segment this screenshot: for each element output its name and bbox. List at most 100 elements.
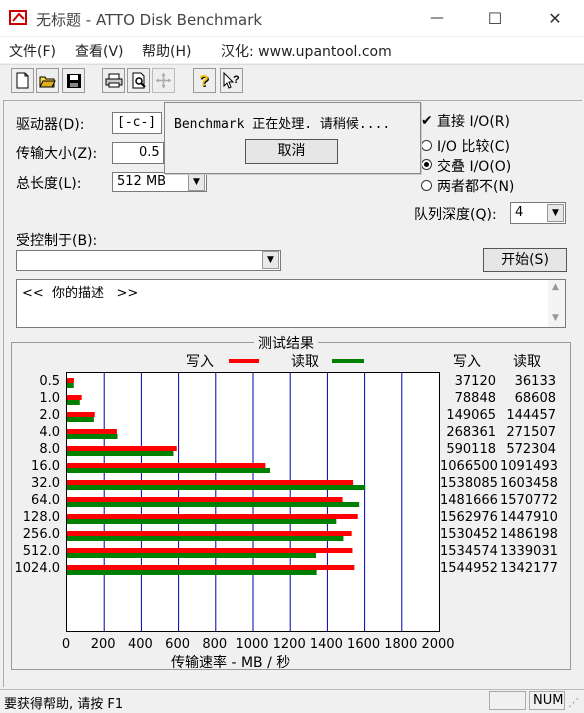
write-value: 37120 bbox=[454, 374, 496, 389]
direct-io-checkbox-label[interactable]: 直接 I/O(R) bbox=[437, 111, 510, 131]
read-bar bbox=[67, 451, 174, 456]
legend-write-label: 写入 bbox=[186, 354, 214, 370]
write-value: 1538085 bbox=[440, 476, 498, 491]
write-value: 78848 bbox=[454, 391, 496, 406]
write-value: 149065 bbox=[446, 408, 496, 423]
svg-text:?: ? bbox=[199, 73, 209, 90]
write-bar bbox=[67, 378, 74, 383]
new-document-icon[interactable] bbox=[11, 68, 34, 93]
scroll-down-icon[interactable]: ▼ bbox=[552, 313, 559, 323]
read-value: 1486198 bbox=[500, 527, 558, 542]
description-scrollbar[interactable]: ▲ ▼ bbox=[548, 280, 565, 327]
read-bar bbox=[67, 502, 360, 507]
write-bar bbox=[67, 412, 95, 417]
overlapped-io-label[interactable]: 交叠 I/O(O) bbox=[437, 156, 511, 176]
read-bar bbox=[67, 536, 344, 541]
chevron-down-icon[interactable]: ▼ bbox=[262, 251, 279, 269]
write-bar bbox=[67, 446, 177, 451]
block-size-label: 1024.0 bbox=[14, 561, 61, 576]
legend-read-label: 读取 bbox=[291, 354, 319, 370]
app-icon bbox=[9, 10, 27, 25]
read-bar bbox=[67, 485, 366, 490]
status-help-text: 要获得帮助, 请按 F1 bbox=[4, 697, 124, 712]
menu-help[interactable]: 帮助(H) bbox=[142, 41, 191, 61]
drive-label: 驱动器(D): bbox=[16, 117, 85, 133]
write-column-header: 写入 bbox=[453, 354, 481, 370]
neither-radio[interactable] bbox=[421, 180, 432, 191]
block-size-label: 16.0 bbox=[31, 459, 60, 474]
x-tick-label: 200 bbox=[90, 637, 116, 652]
help-question-icon[interactable]: ?? bbox=[193, 68, 216, 93]
read-value: 1570772 bbox=[500, 493, 558, 508]
read-bar bbox=[67, 417, 94, 422]
x-tick-label: 1000 bbox=[235, 637, 269, 652]
minimize-button[interactable]: — bbox=[408, 0, 466, 36]
status-bar: 要获得帮助, 请按 F1 NUM ⋰ bbox=[0, 689, 584, 713]
cancel-button[interactable]: 取消 bbox=[245, 139, 338, 164]
start-button[interactable]: 开始(S) bbox=[483, 248, 567, 272]
block-size-label: 32.0 bbox=[31, 476, 60, 491]
block-size-label: 256.0 bbox=[22, 527, 60, 542]
read-bar bbox=[67, 553, 317, 558]
read-value: 36133 bbox=[514, 374, 556, 389]
block-size-label: 8.0 bbox=[39, 442, 60, 457]
save-disk-icon[interactable] bbox=[62, 68, 85, 93]
io-compare-radio[interactable] bbox=[421, 140, 432, 151]
progress-dialog: Benchmark 正在处理. 请稍候.... 取消 bbox=[164, 102, 421, 174]
read-bar bbox=[67, 570, 317, 575]
read-bar bbox=[67, 434, 118, 439]
transfer-size-label: 传输大小(Z): bbox=[16, 146, 98, 162]
write-value: 1562976 bbox=[440, 510, 498, 525]
minimize-icon: — bbox=[430, 10, 444, 26]
read-value: 1342177 bbox=[500, 561, 558, 576]
menu-file[interactable]: 文件(F) bbox=[9, 41, 56, 61]
close-button[interactable]: ✕ bbox=[526, 0, 584, 36]
x-tick-label: 600 bbox=[165, 637, 190, 652]
resize-grip-icon[interactable]: ⋰ bbox=[568, 696, 579, 709]
chart-svg bbox=[67, 373, 403, 631]
scroll-up-icon[interactable]: ▲ bbox=[552, 282, 559, 292]
write-value: 1544952 bbox=[440, 561, 498, 576]
block-size-label: 128.0 bbox=[22, 510, 60, 525]
results-group-title: 测试结果 bbox=[254, 333, 318, 353]
io-compare-label[interactable]: I/O 比较(C) bbox=[437, 136, 510, 156]
checkmark-icon[interactable]: ✔ bbox=[421, 113, 433, 129]
overlapped-io-radio[interactable] bbox=[421, 159, 432, 170]
maximize-button[interactable]: ☐ bbox=[466, 0, 524, 36]
block-size-label: 0.5 bbox=[39, 374, 60, 389]
write-bar bbox=[67, 463, 266, 468]
read-value: 1447910 bbox=[500, 510, 558, 525]
num-lock-indicator: NUM bbox=[529, 691, 565, 710]
close-icon: ✕ bbox=[548, 8, 562, 28]
write-bar bbox=[67, 531, 352, 536]
legend-read-swatch bbox=[332, 359, 364, 363]
status-pane-empty bbox=[489, 691, 526, 710]
menu-view[interactable]: 查看(V) bbox=[75, 41, 124, 61]
drive-select[interactable]: [-c-] bbox=[112, 112, 162, 134]
toolbar bbox=[0, 64, 584, 101]
neither-label[interactable]: 两者都不(N) bbox=[437, 176, 514, 196]
transfer-size-field[interactable]: 0.5 bbox=[112, 142, 164, 164]
read-bar bbox=[67, 383, 74, 388]
block-size-label: 2.0 bbox=[39, 408, 60, 423]
print-preview-icon[interactable] bbox=[127, 68, 150, 93]
x-tick-label: 1600 bbox=[347, 637, 381, 652]
write-bar bbox=[67, 548, 353, 553]
controlled-by-select[interactable] bbox=[16, 250, 281, 271]
open-folder-icon[interactable] bbox=[36, 68, 59, 93]
read-value: 1339031 bbox=[500, 544, 558, 559]
write-bar bbox=[67, 480, 354, 485]
description-textarea[interactable]: << 你的描述 >> ▲ ▼ bbox=[16, 279, 566, 328]
controlled-by-label: 受控制于(B): bbox=[16, 233, 98, 249]
menu-localization-credit[interactable]: 汉化: www.upantool.com bbox=[221, 41, 392, 61]
read-bar bbox=[67, 468, 271, 473]
chevron-down-icon[interactable]: ▼ bbox=[547, 204, 564, 222]
chevron-down-icon[interactable]: ▼ bbox=[188, 173, 205, 191]
x-tick-label: 1800 bbox=[384, 637, 418, 652]
read-value: 1603458 bbox=[500, 476, 558, 491]
x-tick-label: 1400 bbox=[309, 637, 343, 652]
print-icon[interactable] bbox=[102, 68, 125, 93]
write-bar bbox=[67, 497, 343, 502]
context-help-icon[interactable]: ? bbox=[220, 68, 243, 93]
read-value: 68608 bbox=[514, 391, 556, 406]
